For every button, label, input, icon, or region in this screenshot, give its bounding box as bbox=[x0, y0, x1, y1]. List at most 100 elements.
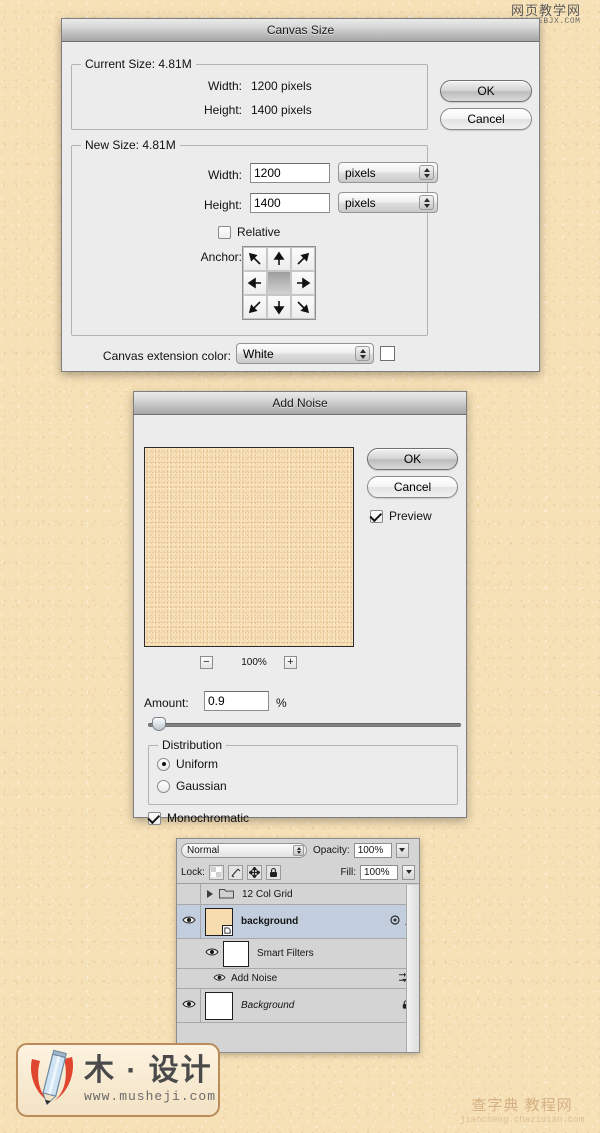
new-height-label: Height: bbox=[203, 198, 242, 212]
preview-checkbox-row[interactable]: Preview bbox=[370, 509, 432, 523]
canvas-extension-stepper-icon[interactable] bbox=[355, 346, 370, 361]
amount-value: 0.9 bbox=[208, 694, 225, 708]
blend-opacity-row: Normal Opacity: 100% bbox=[177, 839, 419, 861]
preview-checkbox[interactable] bbox=[370, 509, 383, 523]
smart-filters-mask-thumbnail[interactable] bbox=[223, 940, 249, 967]
amount-slider-track[interactable] bbox=[148, 723, 461, 727]
add-noise-cancel-button[interactable]: Cancel bbox=[367, 476, 458, 498]
layer-list[interactable]: 12 Col Grid background Smart Filters Add… bbox=[177, 884, 419, 1023]
layer-row-smart-filters[interactable]: Smart Filters bbox=[177, 939, 419, 969]
lock-label: Lock: bbox=[181, 866, 205, 878]
eye-icon[interactable] bbox=[181, 915, 196, 928]
zoom-out-button[interactable]: − bbox=[200, 656, 213, 669]
uniform-radio[interactable] bbox=[157, 757, 170, 771]
amount-slider-thumb[interactable] bbox=[152, 717, 166, 731]
canvas-size-titlebar: Canvas Size bbox=[62, 19, 539, 42]
add-noise-ok-button[interactable]: OK bbox=[367, 448, 458, 470]
layer-row-group[interactable]: 12 Col Grid bbox=[177, 884, 419, 905]
new-height-input[interactable]: 1400 bbox=[250, 193, 330, 213]
canvas-size-cancel-button[interactable]: Cancel bbox=[440, 108, 532, 130]
group-disclosure-triangle-icon[interactable] bbox=[207, 890, 213, 898]
visibility-toggle-background[interactable] bbox=[177, 989, 201, 1022]
move-lock-icon[interactable] bbox=[246, 864, 262, 880]
layer-thumbnail-smart-object[interactable] bbox=[205, 907, 233, 936]
anchor-cell-top-left[interactable] bbox=[243, 247, 267, 271]
layer-name-group: 12 Col Grid bbox=[242, 888, 293, 900]
new-width-unit-stepper-icon[interactable] bbox=[419, 165, 434, 180]
zoom-in-button[interactable]: + bbox=[284, 656, 297, 669]
visibility-toggle-group[interactable] bbox=[177, 884, 201, 904]
monochromatic-checkbox[interactable] bbox=[148, 811, 161, 825]
watermark-bottom-left: 木 · 设计 www.musheji.com bbox=[16, 1043, 220, 1117]
fill-label: Fill: bbox=[340, 866, 356, 878]
fill-dropdown-button[interactable] bbox=[402, 864, 415, 880]
layers-scrollbar[interactable] bbox=[406, 885, 419, 1052]
new-width-unit-value: pixels bbox=[345, 165, 376, 180]
anchor-cell-top-center[interactable] bbox=[267, 247, 291, 271]
uniform-label: Uniform bbox=[176, 757, 219, 771]
watermark-bottom-right-cn: 查字典 教程网 bbox=[471, 1097, 573, 1114]
new-size-group: New Size: 4.81M Width: 1200 pixels Heigh… bbox=[71, 138, 438, 336]
watermark-bottom-left-url: www.musheji.com bbox=[84, 1089, 217, 1104]
relative-checkbox-row[interactable]: Relative bbox=[218, 225, 280, 239]
anchor-cell-top-right[interactable] bbox=[291, 247, 315, 271]
new-width-unit-select[interactable]: pixels bbox=[338, 162, 438, 183]
visibility-toggle-filter[interactable] bbox=[213, 973, 226, 985]
noise-preview-image[interactable] bbox=[144, 447, 354, 647]
canvas-size-ok-button[interactable]: OK bbox=[440, 80, 532, 102]
anchor-cell-center[interactable] bbox=[267, 271, 291, 295]
transparency-lock-icon[interactable] bbox=[208, 864, 224, 880]
anchor-cell-bottom-right[interactable] bbox=[291, 295, 315, 319]
fill-chevron-down-icon bbox=[405, 870, 412, 874]
new-height-unit-select[interactable]: pixels bbox=[338, 192, 438, 213]
opacity-label: Opacity: bbox=[313, 844, 350, 856]
fill-input[interactable]: 100% bbox=[360, 864, 398, 880]
eye-icon[interactable] bbox=[181, 999, 196, 1012]
opacity-input[interactable]: 100% bbox=[353, 842, 392, 858]
canvas-extension-select[interactable]: White bbox=[236, 343, 374, 364]
fill-value: 100% bbox=[364, 866, 390, 878]
anchor-cell-bottom-center[interactable] bbox=[267, 295, 291, 319]
current-height-value: 1400 pixels bbox=[251, 103, 312, 117]
new-height-unit-stepper-icon[interactable] bbox=[419, 195, 434, 210]
visibility-toggle-smart-filters[interactable] bbox=[201, 939, 223, 968]
blend-mode-select[interactable]: Normal bbox=[181, 842, 307, 858]
watermark-top-right-cn: 网页教学网 bbox=[510, 3, 581, 18]
anchor-cell-middle-left[interactable] bbox=[243, 271, 267, 295]
anchor-cell-bottom-left[interactable] bbox=[243, 295, 267, 319]
add-noise-cancel-label: Cancel bbox=[393, 480, 432, 494]
layers-palette[interactable]: Normal Opacity: 100% Lock: Fill: 100% 12… bbox=[176, 838, 420, 1053]
anchor-grid[interactable] bbox=[242, 246, 316, 320]
amount-input[interactable]: 0.9 bbox=[204, 691, 269, 711]
eye-icon[interactable] bbox=[213, 973, 226, 985]
gaussian-radio[interactable] bbox=[157, 779, 170, 793]
layer-row-filter[interactable]: Add Noise bbox=[177, 969, 419, 989]
brush-lock-icon[interactable] bbox=[227, 864, 243, 880]
layer-effects-icon[interactable] bbox=[389, 914, 401, 929]
layer-row-smart-object[interactable]: background bbox=[177, 905, 419, 939]
zoom-level-label: 100% bbox=[241, 657, 267, 668]
opacity-dropdown-button[interactable] bbox=[395, 842, 409, 858]
new-size-legend: New Size: 4.81M bbox=[81, 138, 180, 152]
canvas-extension-swatch[interactable] bbox=[380, 346, 395, 361]
canvas-extension-value: White bbox=[243, 346, 274, 361]
layer-row-background[interactable]: Background bbox=[177, 989, 419, 1023]
lock-fill-row: Lock: Fill: 100% bbox=[177, 861, 419, 883]
monochromatic-checkbox-row[interactable]: Monochromatic bbox=[148, 811, 249, 825]
distribution-option-gaussian[interactable]: Gaussian bbox=[157, 779, 227, 793]
layer-thumbnail-background[interactable] bbox=[205, 991, 233, 1020]
visibility-toggle-smart-object[interactable] bbox=[177, 905, 201, 938]
new-width-input[interactable]: 1200 bbox=[250, 163, 330, 183]
blend-mode-stepper-icon[interactable] bbox=[293, 844, 304, 856]
add-noise-dialog[interactable]: Add Noise − 100% + OK Cancel Preview Amo… bbox=[133, 391, 467, 825]
opacity-value: 100% bbox=[357, 844, 384, 856]
amount-slider[interactable] bbox=[148, 717, 461, 731]
distribution-option-uniform[interactable]: Uniform bbox=[157, 757, 218, 771]
anchor-cell-middle-right[interactable] bbox=[291, 271, 315, 295]
canvas-size-dialog[interactable]: Canvas Size Current Size: 4.81M Width: 1… bbox=[61, 18, 540, 372]
relative-checkbox[interactable] bbox=[218, 225, 231, 239]
eye-icon[interactable] bbox=[205, 947, 219, 960]
lock-all-icon[interactable] bbox=[265, 864, 281, 880]
zoom-in-label: + bbox=[287, 656, 294, 668]
add-noise-titlebar: Add Noise bbox=[134, 392, 466, 415]
